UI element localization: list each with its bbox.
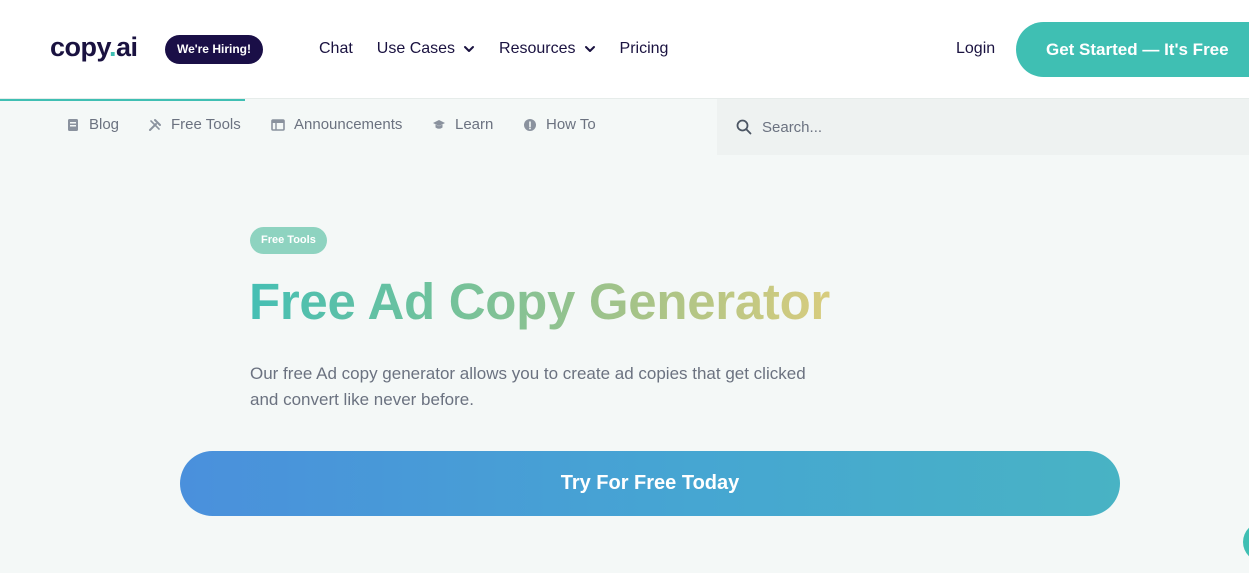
search-input[interactable] (762, 118, 1062, 136)
category-badge[interactable]: Free Tools (250, 227, 327, 254)
subnav-item-label: Free Tools (171, 116, 241, 133)
subnav-item-label: How To (546, 116, 596, 133)
subnav-item-free-tools[interactable]: Free Tools (148, 116, 241, 133)
nav-use-cases[interactable]: Use Cases (377, 40, 475, 58)
get-started-button[interactable]: Get Started — It's Free (1016, 22, 1249, 77)
page-description: Our free Ad copy generator allows you to… (250, 364, 806, 409)
page-title: Free Ad Copy Generator (249, 273, 830, 330)
main-nav: Chat Use Cases Resources Pricing (319, 37, 692, 61)
logo[interactable]: copy.ai (50, 32, 138, 63)
login-link[interactable]: Login (956, 40, 995, 58)
nav-use-cases-label: Use Cases (376, 40, 456, 57)
subnav-item-announcements[interactable]: Announcements (271, 116, 402, 133)
nav-chat[interactable]: Chat (319, 40, 353, 58)
nav-pricing-label: Pricing (619, 40, 669, 57)
chevron-down-icon (464, 46, 475, 52)
info-circle-icon (524, 118, 536, 131)
chevron-down-icon (584, 46, 595, 52)
nav-chat-label: Chat (319, 40, 353, 57)
subnav-item-learn[interactable]: Learn (432, 116, 493, 133)
logo-dot: . (109, 32, 117, 62)
subnav-item-label: Blog (89, 116, 120, 133)
logo-text: copy (50, 32, 110, 62)
active-tab-indicator (0, 99, 245, 101)
table-icon (271, 118, 285, 131)
search-icon (736, 119, 752, 135)
nav-resources[interactable]: Resources (499, 40, 595, 58)
subnav-item-label: Announcements (294, 116, 403, 133)
nav-pricing[interactable]: Pricing (620, 40, 669, 58)
hiring-badge[interactable]: We're Hiring! (165, 35, 263, 64)
search-bar (717, 99, 1249, 155)
subnav-item-blog[interactable]: Blog (66, 116, 119, 133)
chat-widget-button[interactable] (1243, 522, 1249, 562)
logo-suffix: ai (116, 32, 138, 62)
try-for-free-button[interactable]: Try For Free Today (180, 451, 1120, 516)
tools-icon (149, 118, 161, 131)
document-icon (68, 118, 78, 131)
graduation-cap-icon (433, 119, 445, 129)
nav-resources-label: Resources (499, 40, 576, 57)
subnav-item-label: Learn (455, 116, 494, 133)
subnav-item-how-to[interactable]: How To (523, 116, 596, 133)
top-navigation: copy.ai We're Hiring! Chat Use Cases Res… (0, 0, 1249, 99)
